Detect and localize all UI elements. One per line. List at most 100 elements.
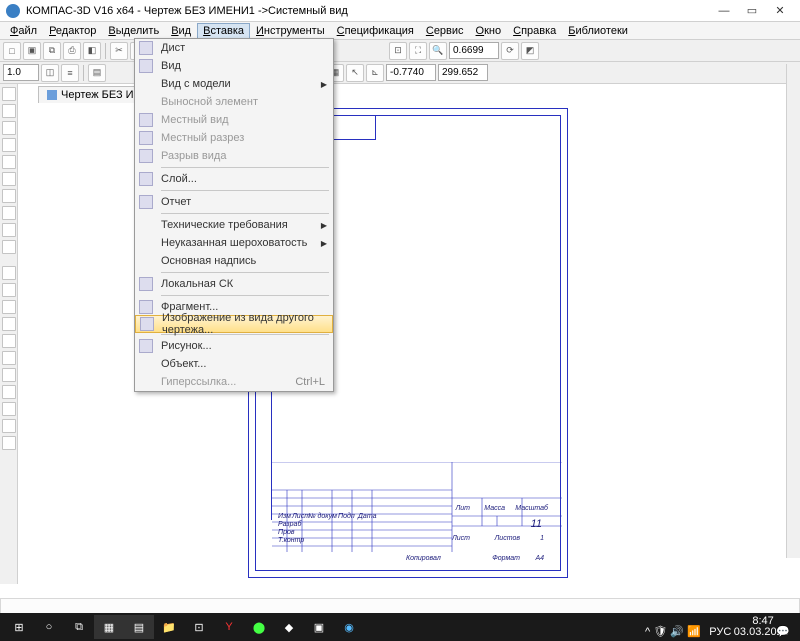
preview-button[interactable]: ◧: [83, 42, 101, 60]
menu-item-icon: [139, 59, 153, 73]
save-button[interactable]: ⧉: [43, 42, 61, 60]
menu-спецификация[interactable]: Спецификация: [331, 23, 420, 39]
view-scale-input[interactable]: [3, 64, 39, 81]
start-button[interactable]: ⊞: [4, 615, 34, 639]
ortho-button[interactable]: ⊾: [366, 64, 384, 82]
menu-item: Местный вид: [135, 111, 333, 129]
new-button[interactable]: □: [3, 42, 21, 60]
drawing-icon: [47, 90, 57, 100]
option-button[interactable]: ◩: [521, 42, 539, 60]
stamp-field: Разраб: [278, 521, 301, 528]
tool-poly[interactable]: [2, 385, 16, 399]
tool-point[interactable]: [2, 266, 16, 280]
window-title: КОМПАС-3D V16 x64 - Чертеж БЕЗ ИМЕНИ1 ->…: [26, 5, 348, 17]
stamp-field: Масштаб: [515, 505, 548, 512]
menubar[interactable]: ФайлРедакторВыделитьВидВставкаИнструмент…: [0, 22, 800, 40]
maximize-button[interactable]: ▭: [738, 2, 766, 20]
stamp-field: Изм: [278, 513, 291, 520]
menu-item: Разрыв вида: [135, 147, 333, 165]
menu-item[interactable]: Слой...: [135, 170, 333, 188]
refresh-button[interactable]: ⟳: [501, 42, 519, 60]
layer-button[interactable]: ◫: [41, 64, 59, 82]
taskbar-app[interactable]: 📁: [154, 615, 184, 639]
taskbar-app[interactable]: ◉: [334, 615, 364, 639]
menu-файл[interactable]: Файл: [4, 23, 43, 39]
view-style-button[interactable]: ▤: [88, 64, 106, 82]
taskbar-app[interactable]: ⊡: [184, 615, 214, 639]
menu-вставка[interactable]: Вставка: [197, 23, 250, 39]
tool-symbol[interactable]: [2, 121, 16, 135]
menu-выделить[interactable]: Выделить: [102, 23, 165, 39]
tool-select[interactable]: [2, 189, 16, 203]
insert-menu-dropdown[interactable]: ДистВидВид с модели▶Выносной элементМест…: [134, 38, 334, 392]
tool-edit[interactable]: [2, 138, 16, 152]
tool-circle[interactable]: [2, 300, 16, 314]
menu-item[interactable]: Объект...: [135, 355, 333, 373]
minimize-button[interactable]: —: [710, 2, 738, 20]
taskview-button[interactable]: ⧉: [64, 615, 94, 639]
menu-item: Местный разрез: [135, 129, 333, 147]
menu-окно[interactable]: Окно: [470, 23, 508, 39]
tool-insert[interactable]: [2, 240, 16, 254]
stamp-field: А4: [535, 555, 544, 562]
tool-dimension[interactable]: [2, 104, 16, 118]
zoom-fit-button[interactable]: ⛶: [409, 42, 427, 60]
zoom-in-button[interactable]: 🔍: [429, 42, 447, 60]
menu-item[interactable]: Технические требования▶: [135, 216, 333, 234]
tool-measure[interactable]: [2, 172, 16, 186]
search-button[interactable]: ○: [34, 615, 64, 639]
menu-item-icon: [139, 41, 153, 55]
tool-report[interactable]: [2, 223, 16, 237]
taskbar-app[interactable]: ▣: [304, 615, 334, 639]
menu-item[interactable]: Локальная СК: [135, 275, 333, 293]
coord-x-input[interactable]: [386, 64, 436, 81]
menu-редактор[interactable]: Редактор: [43, 23, 102, 39]
tool-arc[interactable]: [2, 317, 16, 331]
tool-line[interactable]: [2, 283, 16, 297]
system-tray[interactable]: ^ 🛡 🔊 📶 РУС 8:47 03.03.2020 💬: [645, 616, 796, 638]
menu-item[interactable]: Отчет: [135, 193, 333, 211]
tool-param[interactable]: [2, 155, 16, 169]
toolbar-secondary: ◫ ≡ ▤ ⌖ ▦ ↖ ⊾: [0, 62, 800, 84]
menu-сервис[interactable]: Сервис: [420, 23, 470, 39]
menu-инструменты[interactable]: Инструменты: [250, 23, 331, 39]
menu-item[interactable]: Основная надпись: [135, 252, 333, 270]
vertical-scrollbar[interactable]: [786, 64, 800, 558]
taskbar-app[interactable]: Y: [214, 615, 244, 639]
tool-hatch[interactable]: [2, 402, 16, 416]
menu-библиотеки[interactable]: Библиотеки: [562, 23, 634, 39]
cursor-button[interactable]: ↖: [346, 64, 364, 82]
tool-text[interactable]: [2, 419, 16, 433]
taskbar-app[interactable]: ▤: [124, 615, 154, 639]
menu-item[interactable]: Изображение из вида другого чертежа...: [135, 315, 333, 333]
open-button[interactable]: ▣: [23, 42, 41, 60]
taskbar-app[interactable]: ⬤: [244, 615, 274, 639]
tool-spline[interactable]: [2, 351, 16, 365]
menu-справка[interactable]: Справка: [507, 23, 562, 39]
menu-item[interactable]: Рисунок...: [135, 337, 333, 355]
menu-item[interactable]: Неуказанная шероховатость▶: [135, 234, 333, 252]
tool-ellipse[interactable]: [2, 334, 16, 348]
zoom-window-button[interactable]: ⊡: [389, 42, 407, 60]
stamp-field: 1: [540, 535, 544, 542]
cut-button[interactable]: ✂: [110, 42, 128, 60]
coord-y-input[interactable]: [438, 64, 488, 81]
close-button[interactable]: ✕: [766, 2, 794, 20]
taskbar-app[interactable]: ◆: [274, 615, 304, 639]
tool-spec[interactable]: [2, 206, 16, 220]
menu-item[interactable]: Вид: [135, 57, 333, 75]
taskbar-app[interactable]: ▦: [94, 615, 124, 639]
tool-rect[interactable]: [2, 368, 16, 382]
print-button[interactable]: ⎙: [63, 42, 81, 60]
notification-button[interactable]: 💬: [776, 626, 790, 638]
linetype-button[interactable]: ≡: [61, 64, 79, 82]
zoom-scale-input[interactable]: [449, 42, 499, 59]
menu-item[interactable]: Дист: [135, 39, 333, 57]
menu-item[interactable]: Вид с модели▶: [135, 75, 333, 93]
tray-lang[interactable]: РУС: [709, 626, 731, 638]
app-icon: [6, 4, 20, 18]
titlebar: КОМПАС-3D V16 x64 - Чертеж БЕЗ ИМЕНИ1 ->…: [0, 0, 800, 22]
menu-вид[interactable]: Вид: [165, 23, 197, 39]
tool-table[interactable]: [2, 436, 16, 450]
tool-geometry[interactable]: [2, 87, 16, 101]
